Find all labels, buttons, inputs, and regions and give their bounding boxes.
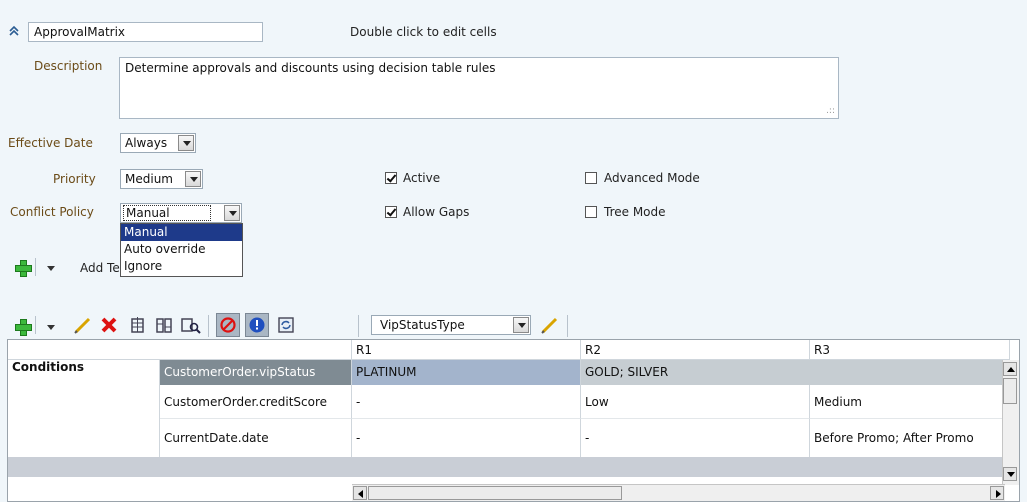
- toolbar-separator: [208, 315, 209, 337]
- scroll-h-thumb[interactable]: [368, 486, 622, 500]
- delete-icon[interactable]: [99, 315, 119, 335]
- rule-header-r1[interactable]: R1: [352, 340, 581, 360]
- effective-date-label: Effective Date: [8, 136, 93, 150]
- horizontal-scrollbar[interactable]: [352, 484, 1005, 501]
- split-icon[interactable]: [155, 315, 173, 335]
- table-separator-row: [8, 457, 1005, 477]
- conflict-policy-select[interactable]: Manual: [120, 203, 242, 223]
- description-textarea[interactable]: Determine approvals and discounts using …: [119, 57, 839, 119]
- tree-mode-checkbox[interactable]: [585, 206, 597, 218]
- allow-gaps-checkbox[interactable]: [385, 206, 397, 218]
- table-header-blank: [8, 340, 352, 360]
- active-label: Active: [403, 171, 441, 185]
- dropdown-arrow-icon[interactable]: [47, 325, 55, 330]
- rule-cell[interactable]: -: [581, 419, 810, 457]
- scroll-up-button[interactable]: [1003, 362, 1017, 376]
- add-test-label[interactable]: Add Te: [80, 261, 120, 275]
- tree-mode-label: Tree Mode: [604, 205, 666, 219]
- refresh-icon[interactable]: [276, 315, 296, 335]
- effective-date-select[interactable]: Always: [120, 133, 196, 153]
- vertical-scrollbar[interactable]: [1002, 360, 1019, 485]
- priority-select[interactable]: Medium: [120, 169, 203, 189]
- add-rule-icon[interactable]: [14, 318, 32, 336]
- option-manual[interactable]: Manual: [121, 224, 242, 241]
- edit-hint: Double click to edit cells: [350, 25, 497, 39]
- conflict-policy-options[interactable]: Manual Auto override Ignore: [120, 223, 243, 277]
- chevron-down-icon[interactable]: [178, 135, 194, 151]
- rule-cell[interactable]: -: [352, 419, 581, 457]
- rule-cell[interactable]: GOLD; SILVER: [581, 360, 1009, 385]
- no-gap-icon[interactable]: [216, 313, 240, 337]
- toolbar-separator: [35, 316, 36, 334]
- condition-cell[interactable]: CustomerOrder.creditScore: [160, 385, 352, 419]
- rule-cell[interactable]: PLATINUM: [352, 360, 581, 385]
- scroll-down-button[interactable]: [1003, 467, 1017, 481]
- edit-type-icon[interactable]: [539, 315, 559, 335]
- edit-icon[interactable]: [72, 315, 92, 335]
- add-icon[interactable]: [14, 259, 32, 277]
- type-select[interactable]: VipStatusType: [371, 315, 531, 335]
- option-ignore[interactable]: Ignore: [121, 258, 242, 275]
- find-icon[interactable]: [180, 315, 202, 335]
- rule-header-r3[interactable]: R3: [810, 340, 1010, 360]
- resize-grip-icon[interactable]: .::: [826, 106, 835, 116]
- rule-cell[interactable]: Before Promo; After Promo: [810, 419, 1010, 457]
- collapse-icon[interactable]: [9, 25, 19, 37]
- advanced-mode-checkbox[interactable]: [585, 172, 597, 184]
- table-name-input[interactable]: ApprovalMatrix: [28, 22, 263, 42]
- scroll-right-button[interactable]: [990, 486, 1004, 500]
- active-checkbox[interactable]: [385, 172, 397, 184]
- toolbar-separator: [35, 258, 36, 276]
- decision-table[interactable]: R1 R2 R3 Conditions CustomerOrder.vipSta…: [7, 339, 1020, 502]
- advanced-mode-label: Advanced Mode: [604, 171, 700, 185]
- chevron-down-icon[interactable]: [185, 171, 201, 187]
- condition-cell[interactable]: CurrentDate.date: [160, 419, 352, 457]
- chevron-down-icon[interactable]: [224, 205, 240, 221]
- rule-header-r2[interactable]: R2: [581, 340, 810, 360]
- scroll-thumb[interactable]: [1003, 378, 1017, 404]
- dropdown-arrow-icon[interactable]: [47, 266, 55, 271]
- section-label: Conditions: [8, 360, 160, 457]
- toolbar-separator: [358, 315, 359, 337]
- option-auto-override[interactable]: Auto override: [121, 241, 242, 258]
- rule-cell[interactable]: Low: [581, 385, 810, 419]
- rule-cell[interactable]: -: [352, 385, 581, 419]
- toolbar-separator: [567, 315, 568, 337]
- priority-label: Priority: [53, 172, 96, 186]
- conflict-policy-label: Conflict Policy: [10, 205, 94, 219]
- rule-cell[interactable]: Medium: [810, 385, 1010, 419]
- scroll-left-button[interactable]: [353, 486, 367, 500]
- add-column-icon[interactable]: [129, 315, 147, 335]
- chevron-down-icon[interactable]: [513, 317, 529, 333]
- allow-gaps-label: Allow Gaps: [403, 205, 470, 219]
- condition-cell[interactable]: CustomerOrder.vipStatus: [160, 360, 352, 385]
- conflict-icon[interactable]: [245, 313, 269, 337]
- description-label: Description: [34, 59, 103, 73]
